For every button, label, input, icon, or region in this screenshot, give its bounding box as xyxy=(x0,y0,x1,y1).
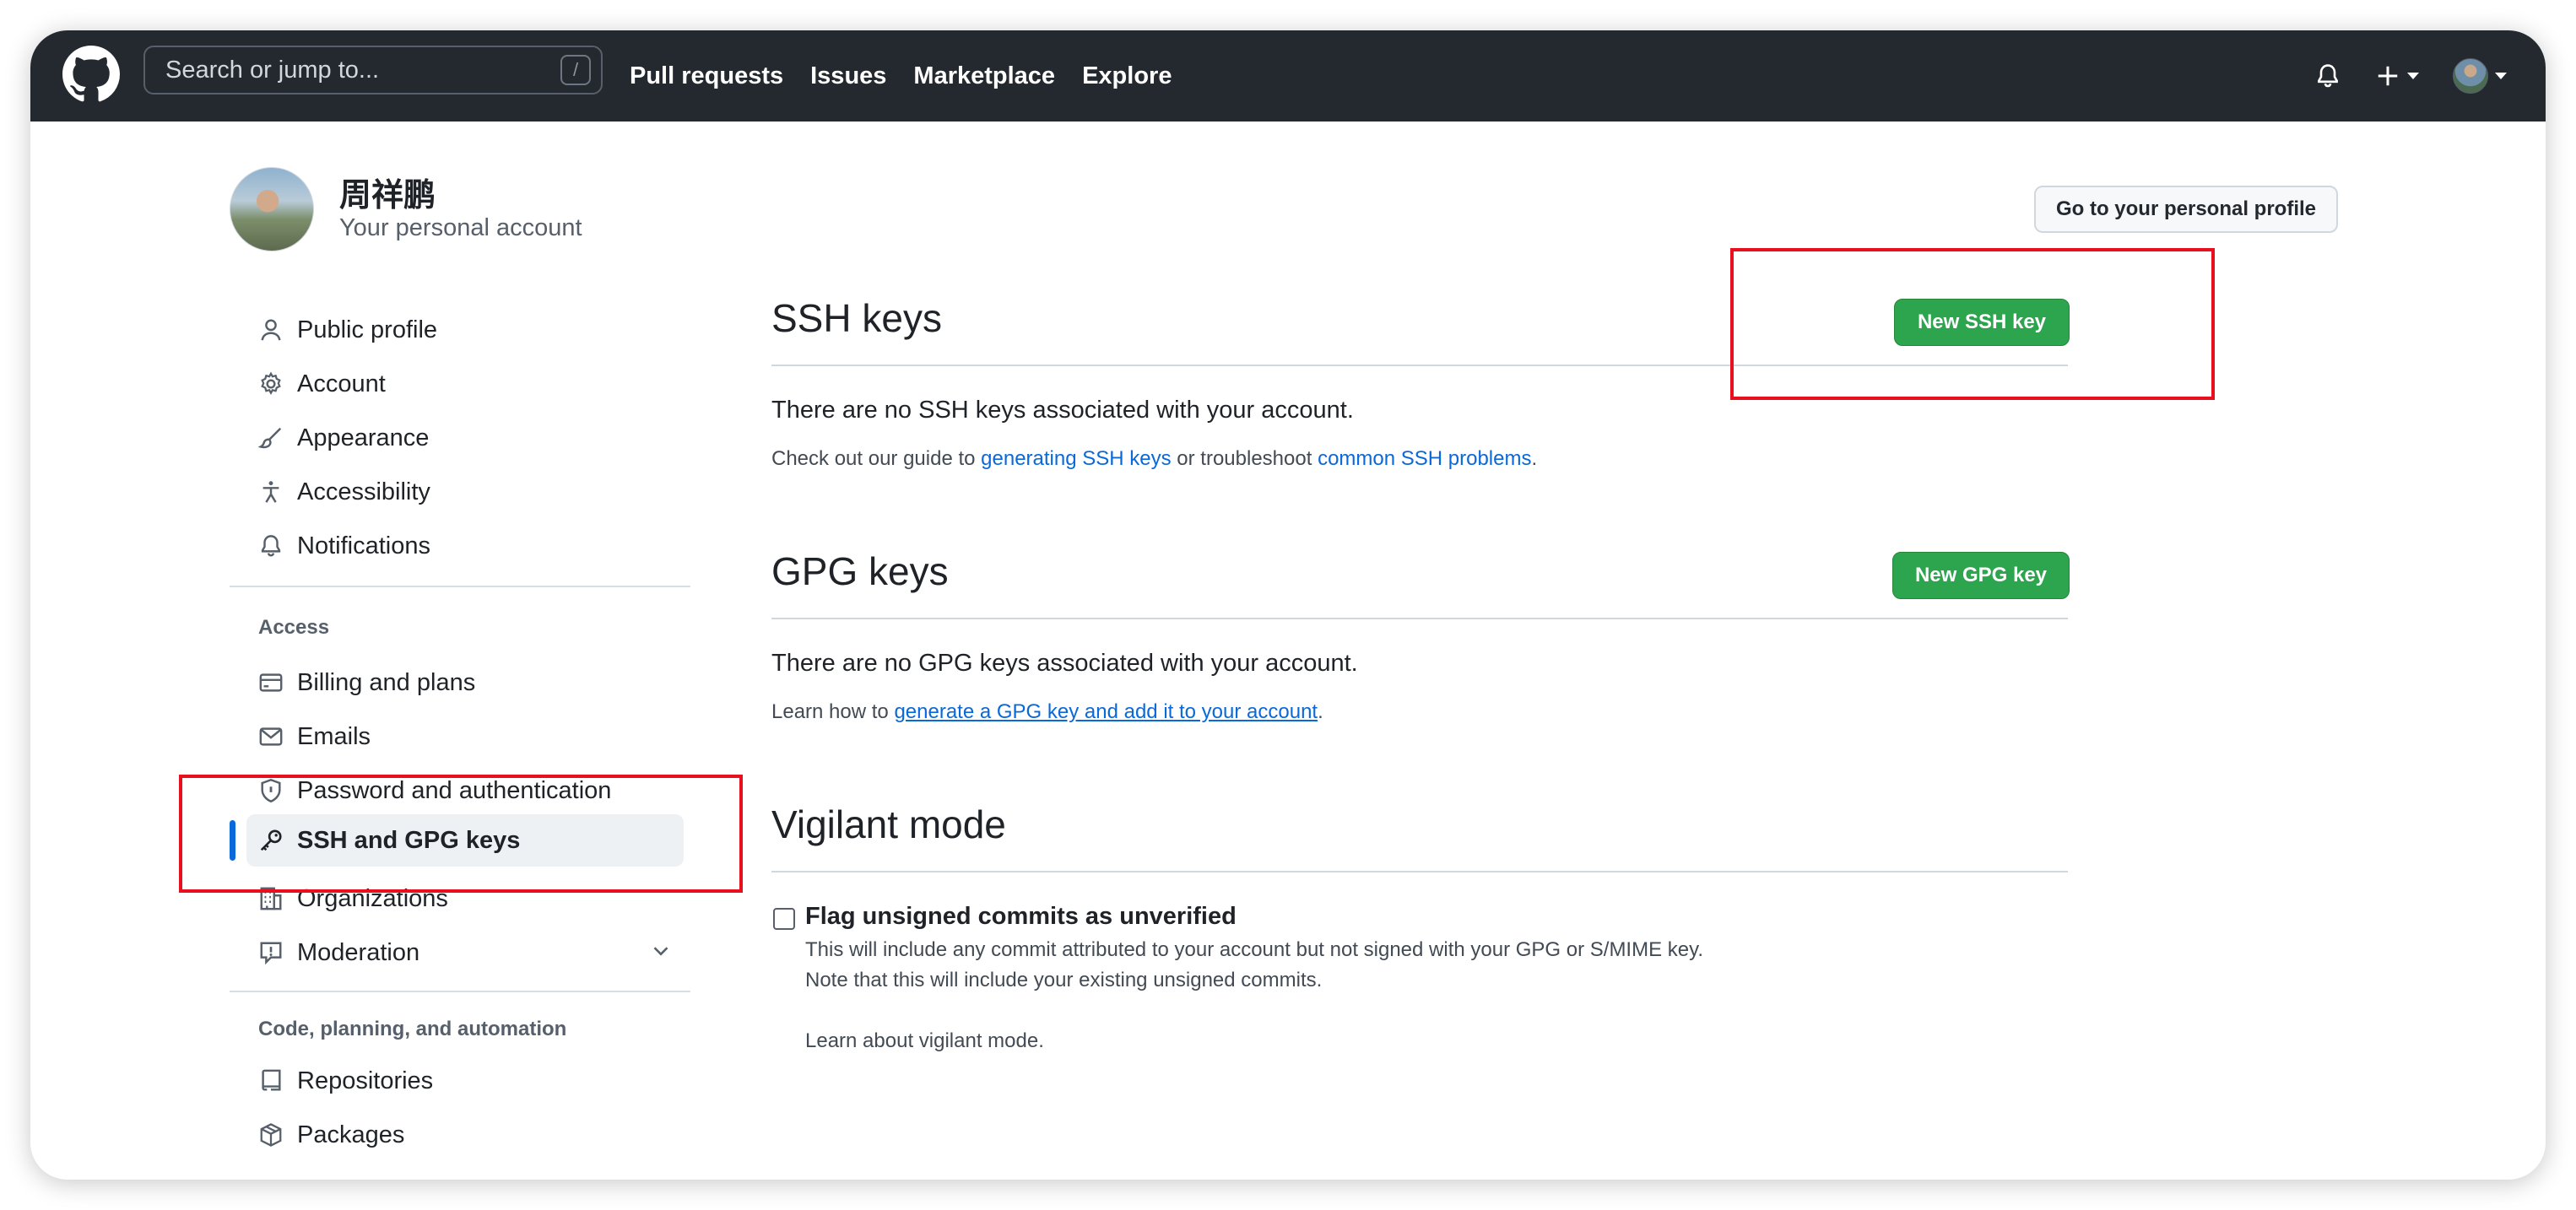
sidebar-item-label: Packages xyxy=(297,1121,405,1148)
header-nav: Pull requests Issues Marketplace Explore xyxy=(630,30,1172,122)
sidebar-item-emails[interactable]: Emails xyxy=(246,710,694,763)
gpg-learn-prefix: Learn how to xyxy=(771,700,895,723)
person-icon xyxy=(257,316,285,344)
user-menu[interactable] xyxy=(2453,58,2507,94)
browser-window: Search or jump to... / Pull requests Iss… xyxy=(30,30,2546,1180)
ssh-empty-message: There are no SSH keys associated with yo… xyxy=(771,397,1354,424)
sidebar-item-appearance[interactable]: Appearance xyxy=(246,412,694,464)
sidebar-item-notifications[interactable]: Notifications xyxy=(246,520,694,572)
create-new-menu[interactable] xyxy=(2375,63,2419,89)
bell-icon[interactable] xyxy=(2314,62,2341,89)
gpg-learn-text: Learn how to generate a GPG key and add … xyxy=(771,700,1323,724)
ssh-guide-text: Check out our guide to generating SSH ke… xyxy=(771,447,1537,471)
sidebar-divider xyxy=(230,991,690,992)
nav-pull-requests[interactable]: Pull requests xyxy=(630,62,783,90)
section-divider xyxy=(771,618,2068,619)
sidebar-item-label: Appearance xyxy=(297,424,430,451)
sidebar-divider xyxy=(230,586,690,587)
slash-shortcut-badge: / xyxy=(560,55,591,85)
sidebar-item-label: Billing and plans xyxy=(297,668,476,696)
gpg-keys-title: GPG keys xyxy=(771,549,949,593)
sidebar-item-label: Repositories xyxy=(297,1067,434,1094)
caret-down-icon xyxy=(2407,73,2419,79)
common-ssh-problems-link[interactable]: common SSH problems xyxy=(1318,447,1531,470)
sidebar-item-moderation[interactable]: Moderation xyxy=(246,926,694,979)
global-header: Search or jump to... / Pull requests Iss… xyxy=(30,30,2546,122)
sidebar-item-public-profile[interactable]: Public profile xyxy=(246,304,694,356)
ssh-guide-prefix: Check out our guide to xyxy=(771,447,982,470)
generate-gpg-key-link[interactable]: generate a GPG key and add it to your ac… xyxy=(894,700,1318,723)
nav-marketplace[interactable]: Marketplace xyxy=(913,62,1055,90)
sidebar-item-repositories[interactable]: Repositories xyxy=(246,1055,694,1107)
header-actions xyxy=(2314,30,2507,122)
paintbrush-icon xyxy=(257,424,285,452)
search-placeholder: Search or jump to... xyxy=(165,56,380,84)
annotation-highlight-ssh-gpg-nav xyxy=(179,775,743,893)
search-input[interactable]: Search or jump to... / xyxy=(143,46,603,95)
generating-ssh-keys-link[interactable]: generating SSH keys xyxy=(981,447,1171,470)
ssh-guide-middle: or troubleshoot xyxy=(1171,447,1318,470)
sidebar-item-account[interactable]: Account xyxy=(246,358,694,410)
nav-explore[interactable]: Explore xyxy=(1082,62,1172,90)
vigilant-note-1: This will include any commit attributed … xyxy=(805,938,1704,961)
avatar xyxy=(2453,58,2488,94)
sidebar-item-accessibility[interactable]: Accessibility xyxy=(246,466,694,518)
sidebar-item-packages[interactable]: Packages xyxy=(246,1109,694,1161)
vigilant-mode-title: Vigilant mode xyxy=(771,802,1006,846)
sidebar-item-label: Notifications xyxy=(297,532,430,559)
sidebar-item-label: Public profile xyxy=(297,316,438,343)
nav-issues[interactable]: Issues xyxy=(810,62,886,90)
flag-unsigned-commits-checkbox[interactable] xyxy=(773,908,795,930)
annotation-highlight-new-ssh-key xyxy=(1730,248,2215,400)
repo-icon xyxy=(257,1067,285,1095)
package-icon xyxy=(257,1121,285,1149)
sidebar-heading-code: Code, planning, and automation xyxy=(258,1018,567,1040)
ssh-guide-suffix: . xyxy=(1531,447,1538,470)
section-divider xyxy=(771,871,2068,872)
accessibility-icon xyxy=(257,478,285,506)
credit-card-icon xyxy=(257,668,285,697)
chevron-down-icon[interactable] xyxy=(648,938,674,964)
vigilant-note-2: Note that this will include your existin… xyxy=(805,969,1323,991)
gear-icon xyxy=(257,370,285,398)
profile-subtitle: Your personal account xyxy=(339,214,582,241)
gpg-learn-suffix: . xyxy=(1318,700,1323,723)
bell-icon xyxy=(257,532,285,560)
sidebar-item-label: Account xyxy=(297,370,386,397)
mail-icon xyxy=(257,722,285,751)
caret-down-icon xyxy=(2495,73,2507,79)
sidebar-heading-access: Access xyxy=(258,616,330,639)
profile-name: 周祥鹏 xyxy=(339,178,436,213)
sidebar-item-label: Moderation xyxy=(297,938,420,966)
flag-unsigned-commits-label[interactable]: Flag unsigned commits as unverified xyxy=(805,903,1237,931)
ssh-keys-title: SSH keys xyxy=(771,296,942,340)
sidebar-item-label: Emails xyxy=(297,722,371,750)
gpg-empty-message: There are no GPG keys associated with yo… xyxy=(771,650,1358,677)
new-gpg-key-button[interactable]: New GPG key xyxy=(1892,552,2070,599)
learn-vigilant-mode-link[interactable]: Learn about vigilant mode. xyxy=(805,1029,1044,1053)
go-to-profile-button[interactable]: Go to your personal profile xyxy=(2034,186,2338,233)
profile-avatar[interactable] xyxy=(230,167,314,251)
sidebar-item-billing[interactable]: Billing and plans xyxy=(246,656,694,709)
github-logo-icon[interactable] xyxy=(62,46,120,103)
plus-icon xyxy=(2378,66,2398,86)
sidebar-item-label: Accessibility xyxy=(297,478,430,505)
report-icon xyxy=(257,938,285,967)
